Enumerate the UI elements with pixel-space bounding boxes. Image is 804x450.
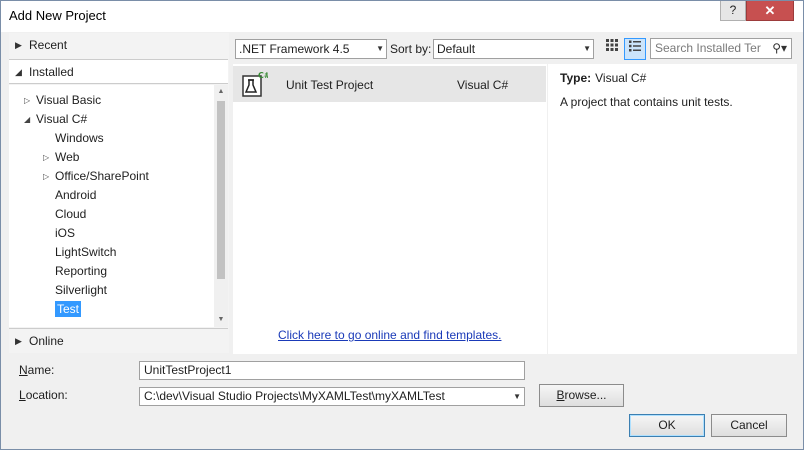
search-icon[interactable]: ⚲▾	[772, 39, 787, 58]
sort-by-label: Sort by:	[390, 42, 432, 56]
template-details-panel: Type: Visual C# A project that contains u…	[548, 64, 797, 354]
section-online[interactable]: ▶ Online	[9, 328, 228, 353]
expand-right-icon: ▶	[15, 336, 22, 346]
ok-button[interactable]: OK	[629, 414, 705, 437]
scroll-down-icon[interactable]: ▼	[214, 313, 228, 327]
close-button[interactable]: ✕	[746, 1, 794, 21]
template-item-unit-test-project[interactable]: C# Unit Test Project Visual C#	[233, 66, 546, 102]
collapse-icon[interactable]: ◢	[24, 110, 30, 129]
project-name-field[interactable]: UnitTestProject1	[139, 361, 525, 380]
chevron-down-icon: ▼	[376, 44, 384, 53]
section-recent[interactable]: ▶ Recent	[9, 33, 228, 58]
tree-item-web[interactable]: ▷ Web	[43, 148, 79, 167]
find-templates-online-link[interactable]: Click here to go online and find templat…	[278, 328, 501, 342]
expand-right-icon[interactable]: ▷	[43, 167, 49, 186]
template-list: C# Unit Test Project Visual C# Click her…	[233, 64, 547, 354]
tree-scrollbar[interactable]: ▲ ▼	[214, 85, 228, 327]
tree-item-android[interactable]: Android	[55, 186, 96, 205]
chevron-down-icon: ▼	[583, 44, 591, 53]
section-installed[interactable]: ◢ Installed	[9, 59, 228, 84]
tree-item-visual-c-[interactable]: ◢ Visual C#	[24, 110, 87, 129]
expand-right-icon[interactable]: ▷	[24, 91, 30, 110]
list-view-icon	[629, 40, 641, 52]
expand-right-icon: ▶	[15, 40, 22, 50]
cancel-button[interactable]: Cancel	[711, 414, 787, 437]
add-new-project-dialog: Add New Project ? ✕ ▶ Recent ◢ Installed…	[0, 0, 804, 450]
unit-test-project-icon: C#	[242, 71, 268, 97]
tree-item-office-sharepoint[interactable]: ▷ Office/SharePoint	[43, 167, 149, 186]
tree-item-reporting[interactable]: Reporting	[55, 262, 107, 281]
browse-button[interactable]: Browse...	[539, 384, 624, 407]
scroll-up-icon[interactable]: ▲	[214, 85, 228, 99]
scroll-thumb[interactable]	[217, 101, 225, 279]
list-view-button[interactable]	[624, 38, 646, 60]
dialog-title: Add New Project	[9, 8, 106, 23]
template-language: Visual C#	[457, 78, 509, 92]
tree-item-visual-basic[interactable]: ▷ Visual Basic	[24, 91, 101, 110]
search-input[interactable]: Search Installed Ter ⚲▾	[650, 38, 792, 59]
grid-view-icon	[606, 39, 618, 51]
template-description: A project that contains unit tests.	[560, 95, 733, 109]
template-name: Unit Test Project	[286, 78, 374, 92]
chevron-down-icon[interactable]: ▼	[513, 388, 521, 405]
tree-item-ios[interactable]: iOS	[55, 224, 75, 243]
expand-right-icon[interactable]: ▷	[43, 148, 49, 167]
framework-select[interactable]: .NET Framework 4.5 ▼	[235, 39, 387, 59]
template-type: Type: Visual C#	[560, 71, 647, 85]
title-bar: Add New Project ? ✕	[1, 1, 803, 32]
tree-item-silverlight[interactable]: Silverlight	[55, 281, 107, 300]
grid-view-button[interactable]	[601, 38, 623, 60]
location-field[interactable]: C:\dev\Visual Studio Projects\MyXAMLTest…	[139, 387, 525, 406]
tree-item-cloud[interactable]: Cloud	[55, 205, 86, 224]
sort-select[interactable]: Default ▼	[433, 39, 594, 59]
collapse-icon: ◢	[15, 67, 22, 77]
help-button[interactable]: ?	[720, 1, 746, 21]
location-label: Location:	[19, 388, 68, 402]
svg-text:C#: C#	[258, 71, 268, 80]
tree-item-test[interactable]: Test	[55, 300, 82, 319]
tree-item-windows[interactable]: Windows	[55, 129, 104, 148]
template-category-panel: ▶ Recent ◢ Installed ▷ Visual Basic ◢ Visua…	[9, 33, 229, 353]
name-label: Name:	[19, 363, 55, 377]
tree-item-lightswitch[interactable]: LightSwitch	[55, 243, 116, 262]
category-tree: ▷ Visual Basic ◢ Visual C# Windows ▷ Web ▷ Offic…	[9, 85, 214, 327]
